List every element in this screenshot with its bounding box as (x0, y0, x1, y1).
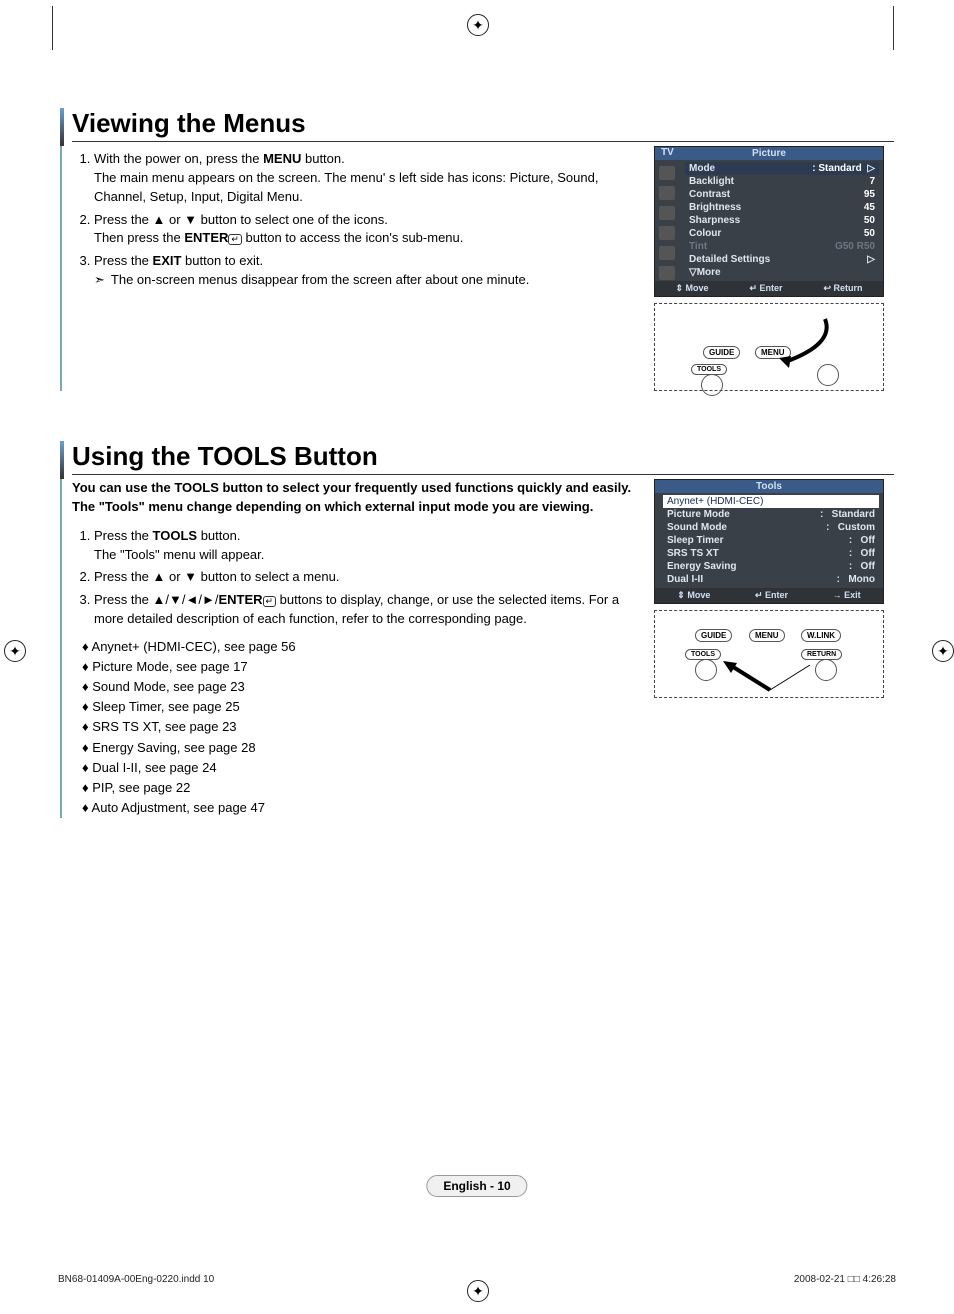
osd-row-dual: Dual I-II: Mono (663, 573, 879, 586)
osd-row-backlight: Backlight7 (685, 175, 879, 188)
page-number-badge: English - 10 (426, 1175, 527, 1197)
osd-row-colour: Colour50 (685, 227, 879, 240)
osd-row-contrast: Contrast95 (685, 188, 879, 201)
registration-mark-right (932, 640, 954, 662)
osd-row-picture-mode: Picture Mode: Standard (663, 508, 879, 521)
osd-row-anynet-selected: Anynet+ (HDMI-CEC) (663, 495, 879, 508)
osd-row-more: ▽More (685, 266, 879, 279)
registration-mark-top (467, 14, 489, 36)
remote-circle-left (695, 659, 717, 681)
osd-row-tint: TintG50 R50 (685, 240, 879, 253)
remote-illustration-1: GUIDE MENU TOOLS (654, 303, 884, 391)
remote-circle-left (701, 374, 723, 396)
remote-arrow-icon (715, 655, 825, 695)
ref-item: Sound Mode, see page 23 (82, 677, 642, 697)
section-title: Using the TOOLS Button (72, 441, 894, 475)
section1-text: With the power on, press the MENU button… (60, 146, 642, 391)
remote-illustration-2: GUIDE MENU W.LINK TOOLS RETURN (654, 610, 884, 698)
osd-row-mode: Mode: Standard ▷ (685, 162, 879, 175)
section2-intro: You can use the TOOLS button to select y… (72, 479, 642, 517)
osd-picture-menu: TV Picture Mode: Standard ▷ Backlight7 C… (654, 146, 884, 297)
step-3: Press the EXIT button to exit. ➣ The on-… (94, 252, 642, 290)
ref-item: Sleep Timer, see page 25 (82, 697, 642, 717)
osd-row-srs: SRS TS XT: Off (663, 547, 879, 560)
ref-item: Picture Mode, see page 17 (82, 657, 642, 677)
osd-title: Tools (655, 480, 883, 493)
step-1: With the power on, press the MENU button… (94, 150, 642, 207)
osd-row-sound-mode: Sound Mode: Custom (663, 521, 879, 534)
ref-item: PIP, see page 22 (82, 778, 642, 798)
osd-row-sleep: Sleep Timer: Off (663, 534, 879, 547)
step-3: Press the ▲/▼/◄/►/ENTER↵ buttons to disp… (94, 591, 642, 629)
osd-row-brightness: Brightness45 (685, 201, 879, 214)
section-viewing-menus: Viewing the Menus With the power on, pre… (60, 108, 894, 391)
osd-row-detailed: Detailed Settings▷ (685, 253, 879, 266)
osd-footer: ⇕ Move ↵ Enter → Exit (655, 588, 883, 603)
step-2: Press the ▲ or ▼ button to select one of… (94, 211, 642, 249)
remote-wlink-button: W.LINK (801, 629, 841, 642)
osd-tools-menu: Tools Anynet+ (HDMI-CEC) Picture Mode: S… (654, 479, 884, 604)
step-1: Press the TOOLS button. The "Tools" menu… (94, 527, 642, 565)
remote-guide-button: GUIDE (695, 629, 732, 642)
reference-list: Anynet+ (HDMI-CEC), see page 56 Picture … (82, 637, 642, 818)
footer-filename: BN68-01409A-00Eng-0220.indd 10 (58, 1274, 214, 1285)
ref-item: Dual I-II, see page 24 (82, 758, 642, 778)
remote-arrow-icon (765, 314, 845, 384)
registration-mark-bottom (467, 1280, 489, 1302)
registration-mark-left (4, 640, 26, 662)
section2-text: You can use the TOOLS button to select y… (60, 479, 642, 818)
footer-timestamp: 2008-02-21 □□ 4:26:28 (794, 1274, 896, 1285)
section-title: Viewing the Menus (72, 108, 894, 142)
remote-menu-button: MENU (749, 629, 785, 642)
osd-sidebar-icons (659, 166, 675, 280)
section-tools-button: Using the TOOLS Button You can use the T… (60, 441, 894, 818)
osd-tv-badge: TV (655, 147, 680, 158)
osd-row-energy: Energy Saving: Off (663, 560, 879, 573)
remote-guide-button: GUIDE (703, 346, 740, 359)
step-2: Press the ▲ or ▼ button to select a menu… (94, 568, 642, 587)
ref-item: Auto Adjustment, see page 47 (82, 798, 642, 818)
ref-item: SRS TS XT, see page 23 (82, 717, 642, 737)
osd-title: Picture (655, 147, 883, 160)
ref-item: Anynet+ (HDMI-CEC), see page 56 (82, 637, 642, 657)
ref-item: Energy Saving, see page 28 (82, 738, 642, 758)
osd-footer: ⇕ Move ↵ Enter ↩ Return (655, 281, 883, 296)
osd-row-sharpness: Sharpness50 (685, 214, 879, 227)
note-icon: ➣ (94, 271, 105, 290)
